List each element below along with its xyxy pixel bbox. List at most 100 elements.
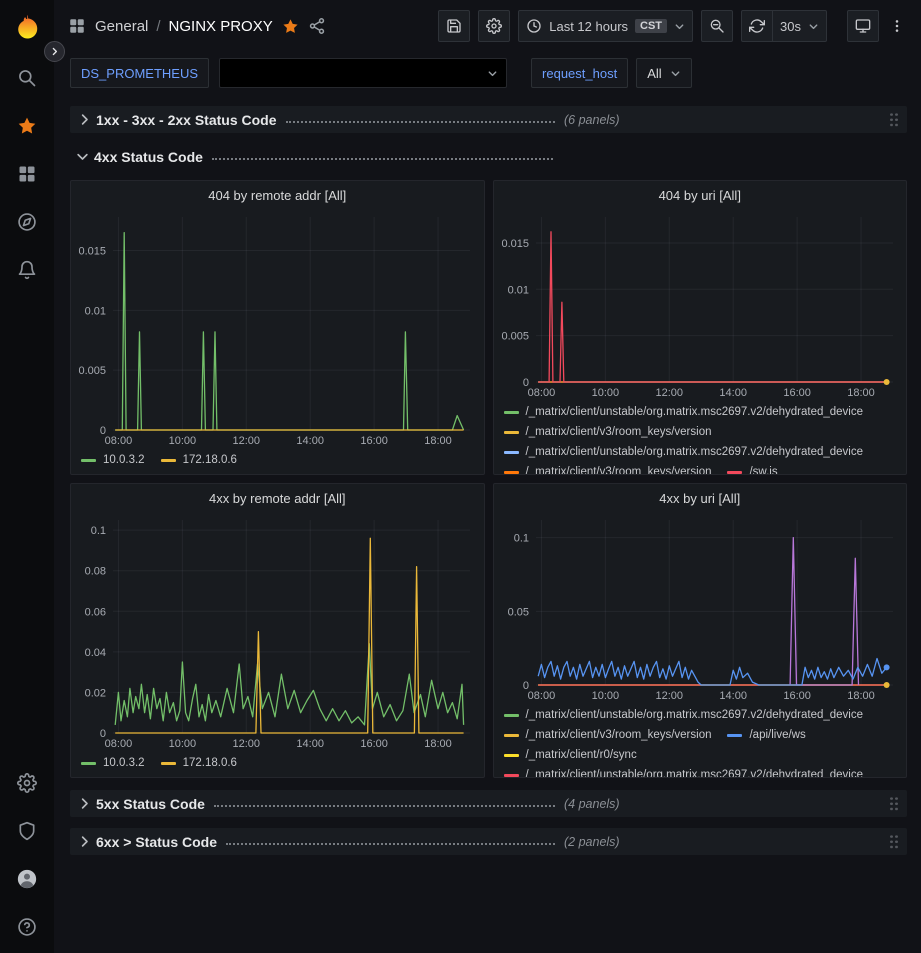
sidebar-item-settings[interactable]	[0, 759, 54, 807]
time-range-picker[interactable]: Last 12 hours CST	[518, 10, 693, 42]
row-panel-count: (2 panels)	[564, 835, 620, 849]
clock-icon	[526, 18, 542, 34]
legend-item[interactable]: /_matrix/client/unstable/org.matrix.msc2…	[504, 442, 864, 462]
variable-label-request-host[interactable]: request_host	[531, 58, 628, 88]
chevron-right-icon	[77, 112, 92, 127]
variable-selected-option: All	[647, 66, 661, 81]
avatar	[17, 869, 37, 889]
legend-item[interactable]: /_matrix/client/r0/sync	[504, 745, 637, 765]
legend-item[interactable]: 10.0.3.2	[81, 450, 145, 470]
legend-item[interactable]: /_matrix/client/unstable/org.matrix.msc2…	[504, 765, 864, 778]
dashboard-settings-button[interactable]	[478, 10, 510, 42]
legend-series-color	[504, 714, 519, 717]
variable-value-request-host[interactable]: All	[636, 58, 691, 88]
legend-series-label: 172.18.0.6	[183, 450, 237, 470]
legend-item[interactable]: /_matrix/client/v3/room_keys/version	[504, 725, 712, 745]
svg-text:12:00: 12:00	[233, 435, 261, 447]
svg-text:0.06: 0.06	[85, 606, 106, 618]
breadcrumb-dashboard-title[interactable]: NGINX PROXY	[169, 18, 273, 35]
legend-series-color	[81, 762, 96, 765]
sidebar-item-profile[interactable]	[0, 855, 54, 903]
row-title[interactable]: 4xx Status Code	[94, 149, 203, 165]
time-series-plot[interactable]: 08:0010:0012:0014:0016:0018:0000.0050.01…	[494, 209, 907, 399]
row-collapse-toggle[interactable]	[72, 112, 96, 127]
svg-text:10:00: 10:00	[169, 435, 197, 447]
row-collapse-toggle[interactable]	[70, 149, 94, 164]
legend-series-label: /_matrix/client/v3/room_keys/version	[526, 422, 712, 442]
legend-item[interactable]: 10.0.3.2	[81, 753, 145, 773]
sidebar-expand-button[interactable]	[44, 41, 65, 62]
row-collapse-toggle[interactable]	[72, 796, 96, 811]
svg-text:08:00: 08:00	[527, 690, 555, 702]
sidebar-item-search[interactable]	[0, 54, 54, 102]
sidebar-item-dashboards[interactable]	[0, 150, 54, 198]
sidebar-item-starred[interactable]	[0, 102, 54, 150]
zoom-out-button[interactable]	[701, 10, 733, 42]
svg-text:14:00: 14:00	[719, 387, 747, 399]
svg-text:10:00: 10:00	[591, 387, 619, 399]
panel-title[interactable]: 4xx by remote addr [All]	[71, 484, 484, 512]
legend-item[interactable]: /api/live/ws	[727, 725, 805, 745]
svg-text:0.005: 0.005	[78, 365, 106, 377]
more-options-button[interactable]	[887, 10, 907, 42]
chevron-down-icon	[674, 21, 685, 32]
sidebar-item-server-admin[interactable]	[0, 807, 54, 855]
bell-icon	[17, 260, 37, 280]
sidebar	[0, 0, 54, 953]
legend-series-label: /_matrix/client/v3/room_keys/version	[526, 725, 712, 745]
sidebar-item-explore[interactable]	[0, 198, 54, 246]
svg-text:14:00: 14:00	[296, 738, 324, 750]
breadcrumb-folder[interactable]: General	[95, 18, 148, 35]
panel-title[interactable]: 404 by remote addr [All]	[71, 181, 484, 209]
panel-legend: /_matrix/client/unstable/org.matrix.msc2…	[494, 399, 907, 475]
row-drag-handle[interactable]	[889, 833, 899, 850]
legend-series-label: 172.18.0.6	[183, 753, 237, 773]
favorite-star-icon[interactable]	[282, 18, 299, 35]
row-title[interactable]: 1xx - 3xx - 2xx Status Code	[96, 112, 277, 128]
legend-item[interactable]: /_matrix/client/unstable/org.matrix.msc2…	[504, 705, 864, 725]
time-series-plot[interactable]: 08:0010:0012:0014:0016:0018:0000.0050.01…	[71, 209, 484, 447]
variable-label-ds-prometheus[interactable]: DS_PROMETHEUS	[70, 58, 209, 88]
legend-item[interactable]: /_matrix/client/unstable/org.matrix.msc2…	[504, 402, 864, 422]
legend-item[interactable]: 172.18.0.6	[161, 753, 237, 773]
chevron-right-icon	[77, 796, 92, 811]
refresh-button[interactable]	[741, 10, 773, 42]
svg-text:16:00: 16:00	[783, 387, 811, 399]
svg-text:0: 0	[100, 728, 106, 740]
legend-series-label: /_matrix/client/unstable/org.matrix.msc2…	[526, 442, 864, 462]
save-dashboard-button[interactable]	[438, 10, 470, 42]
legend-item[interactable]: /sw.js	[727, 462, 777, 475]
time-series-plot[interactable]: 08:0010:0012:0014:0016:0018:0000.050.1	[494, 512, 907, 702]
svg-text:16:00: 16:00	[783, 690, 811, 702]
dashboard-grid-icon[interactable]	[68, 17, 86, 35]
panel-legend: /_matrix/client/unstable/org.matrix.msc2…	[494, 702, 907, 778]
chevron-down-icon	[670, 68, 681, 79]
sidebar-item-help[interactable]	[0, 903, 54, 951]
shield-icon	[17, 821, 37, 841]
svg-text:12:00: 12:00	[655, 387, 683, 399]
legend-item[interactable]: /_matrix/client/v3/room_keys/version	[504, 462, 712, 475]
monitor-icon	[855, 18, 871, 34]
row-drag-handle[interactable]	[889, 795, 899, 812]
row-drag-handle[interactable]	[889, 111, 899, 128]
row-collapse-toggle[interactable]	[72, 834, 96, 849]
chevron-right-icon	[50, 47, 59, 56]
time-series-plot[interactable]: 08:0010:0012:0014:0016:0018:0000.020.040…	[71, 512, 484, 750]
legend-item[interactable]: /_matrix/client/v3/room_keys/version	[504, 422, 712, 442]
kebab-menu-icon	[889, 18, 905, 34]
panel-4xx-by-remote-addr: 4xx by remote addr [All] 08:0010:0012:00…	[70, 483, 485, 778]
kiosk-mode-button[interactable]	[847, 10, 879, 42]
panel-title[interactable]: 404 by uri [All]	[494, 181, 907, 209]
refresh-interval-dropdown[interactable]: 30s	[772, 10, 827, 42]
star-icon	[17, 116, 37, 136]
svg-text:12:00: 12:00	[233, 738, 261, 750]
panel-title[interactable]: 4xx by uri [All]	[494, 484, 907, 512]
legend-item[interactable]: 172.18.0.6	[161, 450, 237, 470]
svg-text:16:00: 16:00	[360, 738, 388, 750]
variable-value-ds-prometheus[interactable]	[219, 58, 507, 88]
share-icon[interactable]	[308, 17, 326, 35]
svg-text:0: 0	[100, 425, 106, 437]
row-title[interactable]: 6xx > Status Code	[96, 834, 217, 850]
sidebar-item-alerting[interactable]	[0, 246, 54, 294]
row-title[interactable]: 5xx Status Code	[96, 796, 205, 812]
